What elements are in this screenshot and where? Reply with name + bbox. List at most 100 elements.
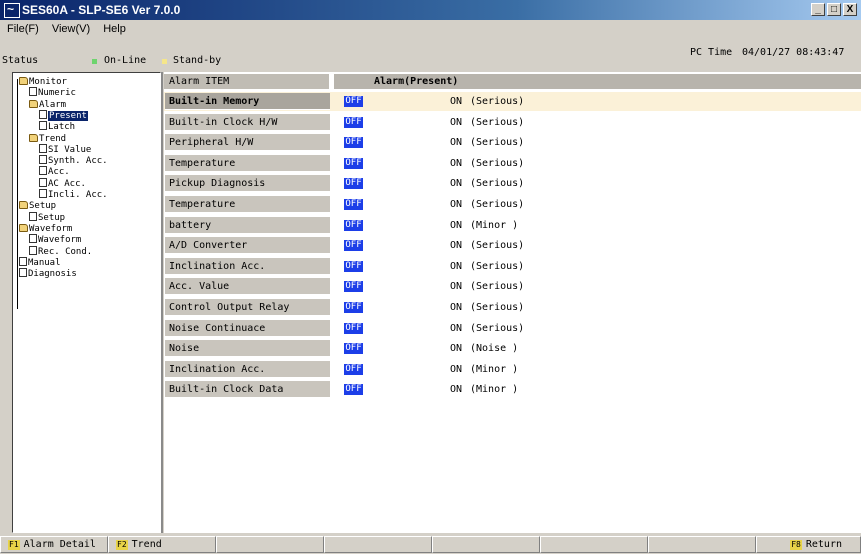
alarm-item-name: Inclination Acc.	[165, 257, 330, 275]
on-state-label: ON	[450, 240, 463, 252]
table-row[interactable]: Temperature OFF ON (Serious)	[164, 154, 861, 173]
severity-label: (Serious)	[470, 281, 525, 293]
tree-item[interactable]: Waveform	[19, 223, 72, 235]
folder-icon	[29, 99, 38, 108]
alarm-table: Alarm ITEM Alarm(Present) Built-in Memor…	[164, 72, 861, 533]
table-row[interactable]: Built-in Memory OFF ON (Serious)	[164, 92, 861, 111]
tree-item[interactable]: Synth. Acc.	[39, 155, 108, 167]
function-key-icon: F8	[790, 540, 802, 550]
table-row[interactable]: Pickup Diagnosis OFF ON (Serious)	[164, 174, 861, 193]
function-key-icon: F1	[8, 540, 20, 550]
close-button[interactable]: X	[843, 3, 857, 16]
tree-item[interactable]: AC Acc.	[39, 177, 86, 190]
severity-label: (Serious)	[470, 240, 525, 252]
menu-file[interactable]: File(F)	[4, 20, 42, 38]
off-state-badge: OFF	[344, 199, 363, 210]
column-header-alarm-present: Alarm(Present)	[334, 74, 861, 89]
tree-item[interactable]: SI Value	[39, 143, 91, 156]
tree-item-label: Rec. Cond.	[38, 246, 93, 257]
function-key-empty[interactable]	[432, 536, 540, 553]
document-icon	[19, 256, 27, 266]
off-state-badge: OFF	[344, 322, 363, 334]
off-state-badge: OFF	[344, 157, 363, 169]
navigation-tree: Monitor Numeric Alarm Present Latch Trend SI V…	[12, 72, 161, 533]
tree-item[interactable]: Latch	[39, 121, 75, 133]
off-state-badge: OFF	[344, 343, 363, 355]
document-icon	[29, 87, 37, 97]
status-label: Status	[2, 55, 39, 66]
function-key-label: Alarm Detail	[23, 539, 96, 550]
alarm-item-name: Noise	[165, 340, 330, 358]
table-row[interactable]: Noise OFF ON (Noise )	[164, 339, 861, 358]
off-state-badge: OFF	[344, 240, 363, 252]
function-key-empty[interactable]	[324, 536, 432, 553]
document-icon	[39, 155, 47, 165]
function-key-f1[interactable]: F1 Alarm Detail	[0, 536, 108, 553]
severity-label: (Minor )	[470, 384, 519, 396]
tree-item[interactable]: Setup	[19, 200, 56, 212]
standby-indicator-icon	[162, 59, 167, 64]
severity-label: (Serious)	[470, 302, 525, 313]
function-key-empty[interactable]	[648, 536, 756, 553]
document-icon	[19, 268, 27, 278]
table-row[interactable]: battery OFF ON (Minor )	[164, 216, 861, 235]
function-key-f2[interactable]: F2 Trend	[108, 536, 216, 553]
off-state-badge: OFF	[344, 260, 363, 272]
alarm-item-name: Acc. Value	[165, 278, 330, 296]
off-state-badge: OFF	[344, 219, 363, 231]
alarm-item-name: Inclination Acc.	[165, 360, 330, 378]
online-indicator-icon	[92, 59, 97, 64]
alarm-item-name: Built-in Clock Data	[165, 381, 330, 399]
tree-connector-line	[17, 79, 18, 309]
function-key-label: Trend	[131, 539, 162, 550]
function-key-empty[interactable]	[216, 536, 324, 553]
maximize-button[interactable]: □	[827, 3, 841, 16]
alarm-item-name: Temperature	[165, 196, 330, 213]
document-icon	[39, 189, 47, 198]
function-key-f8[interactable]: F8 Return	[756, 536, 861, 553]
table-row[interactable]: Acc. Value OFF ON (Serious)	[164, 277, 861, 296]
table-row[interactable]: Control Output Relay OFF ON (Serious)	[164, 298, 861, 317]
on-state-label: ON	[450, 219, 463, 231]
severity-label: (Serious)	[470, 96, 525, 107]
table-row[interactable]: Built-in Clock H/W OFF ON (Serious)	[164, 113, 861, 132]
off-state-badge: OFF	[344, 384, 363, 396]
tree-item[interactable]: Waveform	[29, 234, 81, 246]
folder-icon	[19, 223, 28, 232]
tree-item-label: Waveform	[29, 223, 73, 234]
severity-label: (Serious)	[470, 137, 525, 149]
severity-label: (Serious)	[470, 178, 525, 190]
tree-item[interactable]: Acc.	[39, 166, 70, 178]
tree-item[interactable]: Diagnosis	[19, 268, 77, 280]
table-row[interactable]: Inclination Acc. OFF ON (Serious)	[164, 257, 861, 276]
severity-label: (Serious)	[470, 116, 525, 128]
tree-item[interactable]: Setup	[29, 211, 65, 224]
tree-item[interactable]: Trend	[29, 133, 66, 145]
on-state-label: ON	[450, 363, 463, 375]
function-key-label: Return	[805, 539, 842, 550]
table-row[interactable]: Noise Continuace OFF ON (Serious)	[164, 319, 861, 338]
table-row[interactable]: Inclination Acc. OFF ON (Minor )	[164, 360, 861, 379]
table-row[interactable]: Built-in Clock Data OFF ON (Minor )	[164, 380, 861, 399]
tree-item[interactable]: Manual	[19, 256, 61, 269]
tree-item[interactable]: Numeric	[29, 87, 76, 99]
folder-icon	[19, 77, 28, 85]
function-key-empty[interactable]	[540, 536, 648, 553]
table-row[interactable]: Peripheral H/W OFF ON (Serious)	[164, 133, 861, 152]
document-icon	[39, 166, 47, 176]
off-state-badge: OFF	[344, 137, 363, 149]
tree-item[interactable]: Monitor	[19, 76, 67, 88]
status-row: Status On-Line Stand-by PC Time 04/01/27…	[0, 38, 861, 68]
tree-item[interactable]: Present	[39, 109, 88, 122]
table-row[interactable]: A/D Converter OFF ON (Serious)	[164, 236, 861, 255]
on-state-label: ON	[450, 260, 463, 272]
tree-item[interactable]: Incli. Acc.	[39, 189, 108, 201]
app-icon	[4, 0, 20, 19]
menu-help[interactable]: Help	[100, 20, 129, 38]
tree-item[interactable]: Alarm	[29, 99, 66, 111]
panel-splitter[interactable]	[161, 72, 163, 533]
tree-item[interactable]: Rec. Cond.	[29, 245, 93, 258]
minimize-button[interactable]: _	[811, 3, 825, 16]
menu-view[interactable]: View(V)	[49, 20, 93, 38]
table-row[interactable]: Temperature OFF ON (Serious)	[164, 195, 861, 214]
